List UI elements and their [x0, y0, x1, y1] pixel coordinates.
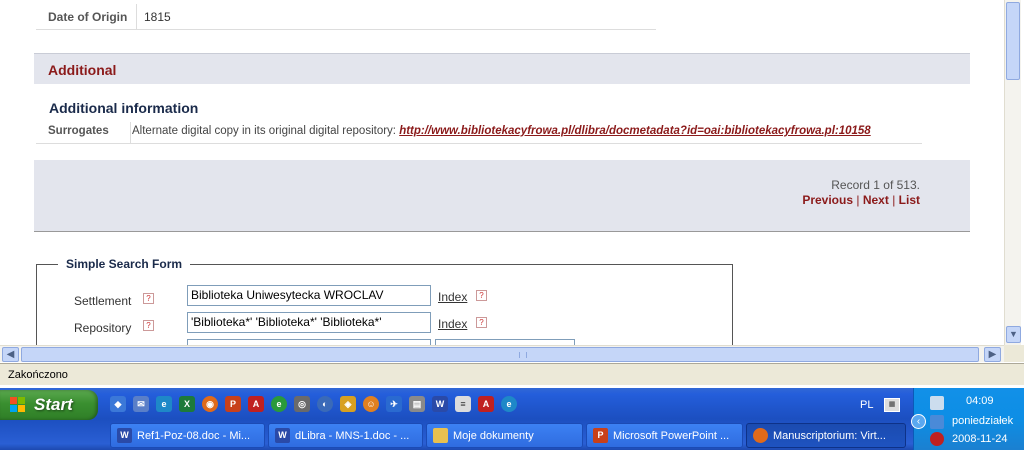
desktop-icon[interactable]: ◆	[110, 396, 126, 412]
powerpoint-icon: P	[593, 428, 608, 443]
app-icon[interactable]: ◈	[340, 396, 356, 412]
column-divider	[136, 4, 137, 30]
list-link[interactable]: List	[899, 193, 920, 207]
taskbar-button-ref1-doc[interactable]: W Ref1-Poz-08.doc - Mi...	[110, 423, 265, 448]
surrogates-label: Surrogates	[48, 125, 109, 137]
taskbar-button-label: Ref1-Poz-08.doc - Mi...	[137, 430, 251, 442]
date-of-origin-label: Date of Origin	[48, 10, 128, 24]
taskbar-button-label: Microsoft PowerPoint ...	[613, 430, 730, 442]
media-icon[interactable]: ◎	[294, 396, 310, 412]
repository-index-link[interactable]: Index	[438, 317, 467, 331]
repository-label: Repository	[74, 321, 132, 335]
taskbar-button-label: dLibra - MNS-1.doc - ...	[295, 430, 410, 442]
record-nav-links: Previous | Next | List	[802, 193, 920, 207]
network-icon[interactable]	[930, 396, 944, 410]
messenger-icon[interactable]: ✈	[386, 396, 402, 412]
additional-section-header: Additional	[34, 53, 970, 84]
column-divider	[130, 122, 131, 144]
settlement-index-link[interactable]: Index	[438, 290, 467, 304]
word-icon: W	[275, 428, 290, 443]
word-icon[interactable]: W	[432, 396, 448, 412]
additional-section-title: Additional	[48, 62, 117, 78]
clock-date: 2008-11-24	[952, 433, 1008, 445]
record-navigation: Record 1 of 513. Previous | Next | List	[34, 160, 970, 232]
word-icon: W	[117, 428, 132, 443]
ie-icon[interactable]: e	[501, 396, 517, 412]
surrogates-text: Alternate digital copy in its original d…	[132, 125, 396, 137]
scroll-left-button[interactable]: ◀	[2, 347, 19, 362]
vertical-scrollbar[interactable]: ▼	[1004, 0, 1021, 345]
scrollbar-corner	[1004, 345, 1024, 362]
taskbar-button-label: Moje dokumenty	[453, 430, 534, 442]
scroll-down-button[interactable]: ▼	[1006, 326, 1021, 343]
pdf-icon[interactable]: A	[478, 396, 494, 412]
help-icon[interactable]: ?	[476, 290, 487, 301]
notepad-icon[interactable]: ≡	[455, 396, 471, 412]
page-viewport: Date of Origin 1815 Additional Additiona…	[0, 0, 1004, 345]
date-of-origin-value: 1815	[144, 10, 171, 24]
language-indicator[interactable]: PL	[860, 399, 873, 411]
acrobat-icon[interactable]: A	[248, 396, 264, 412]
browser-status-bar: Zakończono	[0, 363, 1024, 385]
speaker-icon[interactable]	[930, 415, 944, 429]
tray-expand-icon[interactable]: ‹	[911, 414, 926, 429]
security-icon[interactable]	[930, 432, 944, 446]
scroll-right-button[interactable]: ▶	[984, 347, 1001, 362]
nero-icon[interactable]: ◐	[317, 396, 333, 412]
folder-icon	[433, 428, 448, 443]
outlook-icon[interactable]: ✉	[133, 396, 149, 412]
keyboard-icon[interactable]: ▦	[884, 398, 900, 412]
start-label: Start	[34, 395, 73, 414]
help-icon[interactable]: ?	[476, 317, 487, 328]
ie-icon[interactable]: e	[156, 396, 172, 412]
taskbar-button-label: Manuscriptorium: Virt...	[773, 430, 886, 442]
taskbar-button-dlibra-doc[interactable]: W dLibra - MNS-1.doc - ...	[268, 423, 423, 448]
nav-separator: |	[892, 193, 896, 207]
taskbar-button-my-documents[interactable]: Moje dokumenty	[426, 423, 583, 448]
date-of-origin-row: Date of Origin 1815	[36, 4, 656, 30]
chat-icon[interactable]: ☺	[363, 396, 379, 412]
clock-day: poniedziałek	[952, 415, 1014, 427]
firefox-icon	[753, 428, 768, 443]
windows-logo-icon	[10, 397, 26, 413]
clock-time[interactable]: 04:09	[966, 395, 994, 407]
help-icon[interactable]: ?	[143, 320, 154, 331]
record-count: Record 1 of 513.	[831, 178, 920, 192]
firefox-icon[interactable]: ◉	[202, 396, 218, 412]
grip-icon	[519, 352, 527, 358]
additional-information-heading: Additional information	[49, 100, 199, 116]
surrogates-row: Surrogates Alternate digital copy in its…	[36, 122, 922, 144]
surrogates-value: Alternate digital copy in its original d…	[132, 125, 871, 137]
surrogates-link[interactable]: http://www.bibliotekacyfrowa.pl/dlibra/d…	[399, 125, 871, 137]
previous-link[interactable]: Previous	[802, 193, 853, 207]
taskbar-button-powerpoint[interactable]: P Microsoft PowerPoint ...	[586, 423, 743, 448]
powerpoint-icon[interactable]: P	[225, 396, 241, 412]
settlement-label: Settlement	[74, 294, 132, 308]
repository-input[interactable]: 'Biblioteka*' 'Biblioteka*' 'Biblioteka*…	[187, 312, 431, 333]
screen: Date of Origin 1815 Additional Additiona…	[0, 0, 1024, 450]
nav-separator: |	[856, 193, 860, 207]
tool-icon[interactable]: ▤	[409, 396, 425, 412]
status-text: Zakończono	[8, 369, 68, 381]
start-button[interactable]: Start	[0, 390, 98, 420]
horizontal-scroll-thumb[interactable]	[21, 347, 979, 362]
help-icon[interactable]: ?	[143, 293, 154, 304]
excel-icon[interactable]: X	[179, 396, 195, 412]
browser-icon[interactable]: e	[271, 396, 287, 412]
vertical-scroll-thumb[interactable]	[1006, 2, 1020, 80]
settlement-input[interactable]: Biblioteka Uniwesytecka WROCLAV	[187, 285, 431, 306]
next-link[interactable]: Next	[863, 193, 889, 207]
taskbar-button-manuscriptorium[interactable]: Manuscriptorium: Virt...	[746, 423, 906, 448]
search-form-legend: Simple Search Form	[58, 257, 191, 271]
horizontal-scrollbar[interactable]: ◀ ▶	[0, 345, 1004, 362]
